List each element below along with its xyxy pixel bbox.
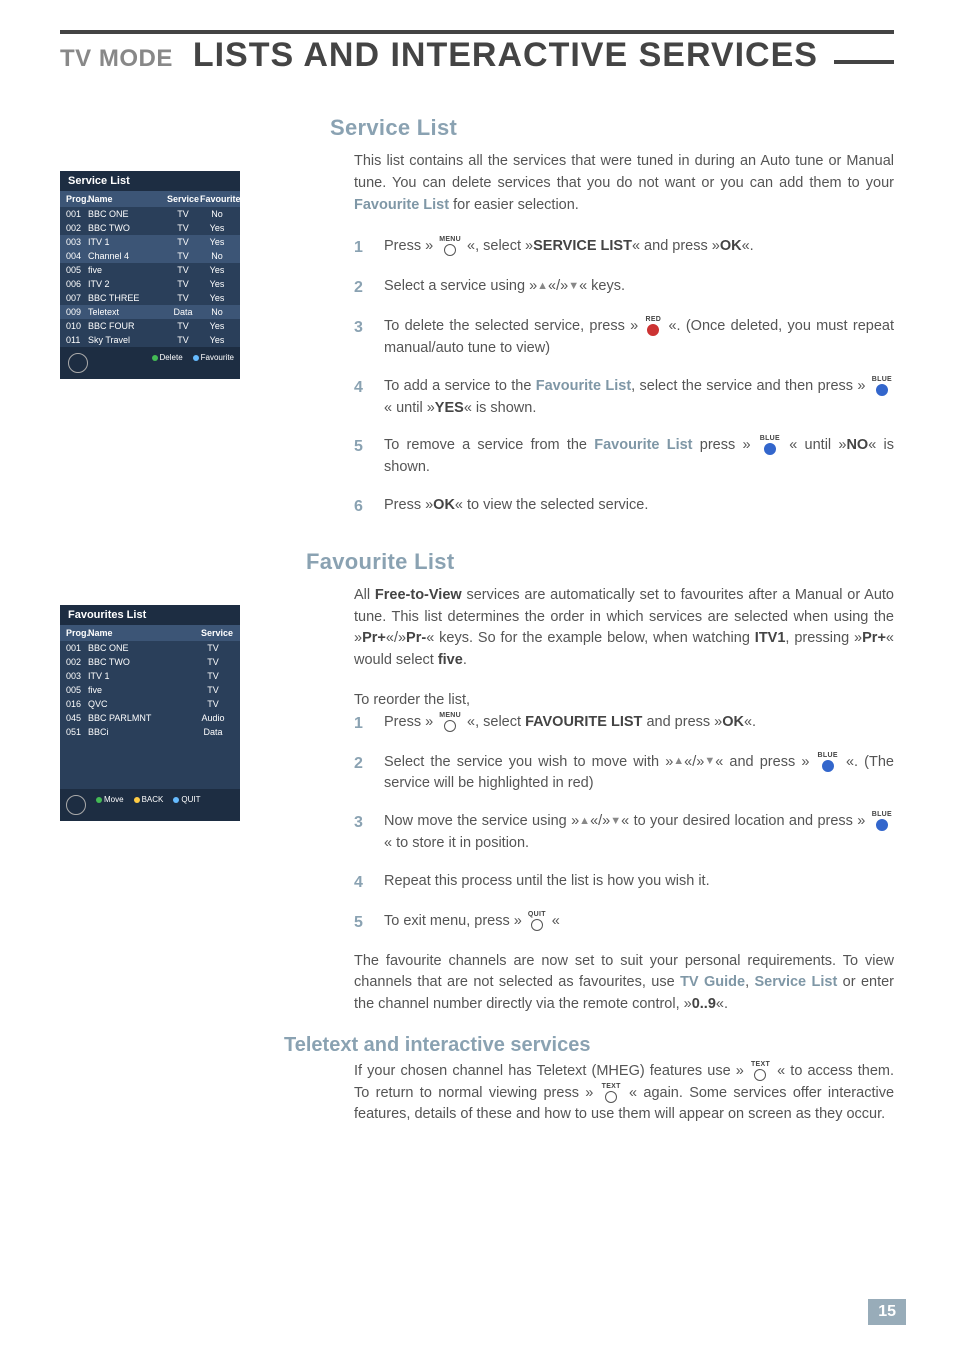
- osd-row: 045BBC PARLMNTAudio: [60, 711, 240, 725]
- down-arrow-icon: ▼: [704, 753, 715, 770]
- service-list-intro: This list contains all the services that…: [284, 151, 894, 216]
- step-item: 2 Select the service you wish to move wit…: [354, 752, 894, 796]
- reorder-label: To reorder the list,: [284, 690, 894, 712]
- osd-header-row: Prog. Name Service Favourite: [60, 191, 240, 207]
- osd-favourites-figure: Favourites List Prog. Name Service 001BB…: [60, 605, 240, 821]
- page-title: LISTS AND INTERACTIVE SERVICES: [193, 36, 894, 75]
- teletext-body: If your chosen channel has Teletext (MHE…: [284, 1061, 894, 1126]
- step-item: 1 Press » MENU «, select FAVOURITE LIST a…: [354, 712, 894, 736]
- remote-blue-button-icon: BLUE: [818, 752, 838, 772]
- osd-row: 005fiveTV: [60, 683, 240, 697]
- step-item: 2 Select a service using »▲«/»▼« keys.: [354, 276, 894, 300]
- favourite-list-intro: All Free-to-View services are automatica…: [284, 585, 894, 672]
- down-arrow-icon: ▼: [568, 278, 579, 295]
- osd-row: 002BBC TWOTV: [60, 655, 240, 669]
- osd-row: 002BBC TWOTVYes: [60, 221, 240, 235]
- page-header: TV MODE LISTS AND INTERACTIVE SERVICES: [60, 30, 894, 75]
- remote-menu-button-icon: MENU: [439, 712, 461, 732]
- nav-icon: [66, 795, 86, 815]
- nav-icon: [68, 353, 88, 373]
- step-text: Select a service using »▲«/»▼« keys.: [384, 276, 894, 300]
- up-arrow-icon: ▲: [537, 278, 548, 295]
- step-number: 5: [354, 435, 368, 479]
- osd-row: 005fiveTVYes: [60, 263, 240, 277]
- osd-row: 011Sky TravelTVYes: [60, 333, 240, 347]
- step-number: 2: [354, 752, 368, 796]
- page-number: 15: [868, 1299, 906, 1325]
- step-item: 4 To add a service to the Favourite List,…: [354, 376, 894, 420]
- step-text: Press » MENU «, select »SERVICE LIST« an…: [384, 236, 894, 260]
- step-item: 3 Now move the service using »▲«/»▼« to y…: [354, 811, 894, 855]
- osd-row: 004Channel 4TVNo: [60, 249, 240, 263]
- mode-label: TV MODE: [60, 45, 173, 73]
- section-title-service-list: Service List: [330, 115, 894, 141]
- osd-row: 051BBCiData: [60, 725, 240, 739]
- osd-row: 003ITV 1TV: [60, 669, 240, 683]
- step-item: 5 To remove a service from the Favourite …: [354, 435, 894, 479]
- remote-red-button-icon: RED: [645, 316, 661, 336]
- osd-footer: Delete Favourite: [60, 347, 240, 379]
- osd-row: 009TeletextDataNo: [60, 305, 240, 319]
- osd-row: 006ITV 2TVYes: [60, 277, 240, 291]
- step-item: 6 Press »OK« to view the selected service…: [354, 495, 894, 519]
- step-number: 1: [354, 712, 368, 736]
- step-item: 3 To delete the selected service, press »…: [354, 316, 894, 360]
- remote-text-button-icon: TEXT: [602, 1083, 621, 1103]
- remote-blue-button-icon: BLUE: [872, 376, 892, 396]
- section-title-favourite-list: Favourite List: [306, 549, 894, 575]
- section-title-teletext: Teletext and interactive services: [284, 1034, 894, 1057]
- step-number: 4: [354, 871, 368, 895]
- up-arrow-icon: ▲: [579, 813, 590, 830]
- down-arrow-icon: ▼: [610, 813, 621, 830]
- remote-blue-button-icon: BLUE: [872, 811, 892, 831]
- step-text: To remove a service from the Favourite L…: [384, 435, 894, 479]
- step-text: To add a service to the Favourite List, …: [384, 376, 894, 420]
- step-text: To exit menu, press » QUIT «: [384, 911, 894, 935]
- osd-header-row: Prog. Name Service: [60, 625, 240, 641]
- step-item: 4 Repeat this process until the list is h…: [354, 871, 894, 895]
- step-item: 1 Press » MENU «, select »SERVICE LIST« a…: [354, 236, 894, 260]
- osd-row: 016QVCTV: [60, 697, 240, 711]
- up-arrow-icon: ▲: [673, 753, 684, 770]
- step-number: 6: [354, 495, 368, 519]
- osd-title: Service List: [60, 171, 240, 191]
- favourite-list-steps: 1 Press » MENU «, select FAVOURITE LIST a…: [284, 712, 894, 935]
- osd-service-list-figure: Service List Prog. Name Service Favourit…: [60, 171, 240, 379]
- osd-row: 001BBC ONETV: [60, 641, 240, 655]
- step-text: Now move the service using »▲«/»▼« to yo…: [384, 811, 894, 855]
- remote-menu-button-icon: MENU: [439, 236, 461, 256]
- step-text: Press »OK« to view the selected service.: [384, 495, 894, 519]
- service-list-steps: 1 Press » MENU «, select »SERVICE LIST« a…: [284, 236, 894, 519]
- step-number: 2: [354, 276, 368, 300]
- step-text: To delete the selected service, press » …: [384, 316, 894, 360]
- step-text: Press » MENU «, select FAVOURITE LIST an…: [384, 712, 894, 736]
- step-number: 3: [354, 316, 368, 360]
- step-number: 1: [354, 236, 368, 260]
- step-number: 4: [354, 376, 368, 420]
- step-text: Repeat this process until the list is ho…: [384, 871, 894, 895]
- favourite-list-outro: The favourite channels are now set to su…: [284, 951, 894, 1016]
- osd-footer: Move BACK QUIT: [60, 789, 240, 821]
- osd-row: 010BBC FOURTVYes: [60, 319, 240, 333]
- step-item: 5 To exit menu, press » QUIT «: [354, 911, 894, 935]
- step-number: 3: [354, 811, 368, 855]
- step-number: 5: [354, 911, 368, 935]
- remote-text-button-icon: TEXT: [751, 1061, 770, 1081]
- osd-title: Favourites List: [60, 605, 240, 625]
- remote-blue-button-icon: BLUE: [760, 435, 780, 455]
- osd-row: 003ITV 1TVYes: [60, 235, 240, 249]
- osd-row: 007BBC THREETVYes: [60, 291, 240, 305]
- osd-row: 001BBC ONETVNo: [60, 207, 240, 221]
- remote-quit-button-icon: QUIT: [528, 911, 546, 931]
- step-text: Select the service you wish to move with…: [384, 752, 894, 796]
